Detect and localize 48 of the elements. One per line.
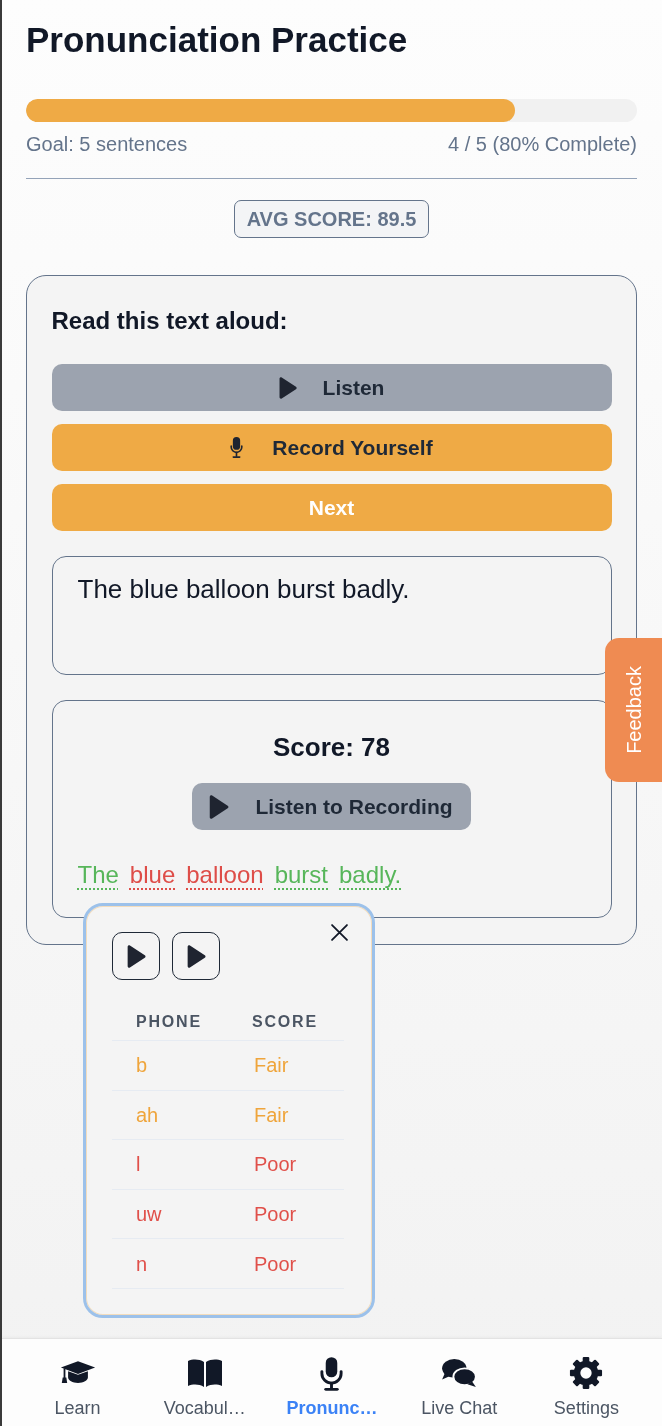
score-cell-text: Fair [254,1102,289,1128]
record-button[interactable]: Record Yourself [51,424,612,471]
phone-cell-text: uw [135,1202,163,1228]
page-title: Pronunciation Practice [26,20,409,60]
word[interactable]: balloon [186,861,264,889]
progress-status: 4 / 5 (80% Complete) [448,132,637,156]
microphone-icon [319,1355,345,1391]
listen-button[interactable]: Listen [51,364,612,411]
nav-tab[interactable]: Vocabul… [141,1339,269,1426]
column-header: SCORE [251,1011,319,1032]
phone-cell-text: l [135,1152,142,1178]
column-header: PHONE [135,1011,203,1032]
play-button[interactable] [112,932,160,980]
card-heading: Read this text aloud: [51,308,289,334]
nav-tab[interactable]: Settings [522,1339,650,1426]
sentence-text: The blue balloon burst badly. [51,556,612,675]
nav-tab[interactable]: Pronunc… [268,1339,396,1426]
score-cell-text: Poor [254,1202,297,1228]
word[interactable]: burst [274,861,328,889]
play-icon [278,376,297,399]
word[interactable]: badly. [339,861,402,889]
play-icon [186,944,206,968]
score-cell-text: Poor [254,1251,297,1277]
graduation-cap-icon [59,1360,96,1386]
nav-tab[interactable]: Learn [14,1339,142,1426]
book-icon [186,1358,223,1388]
play-icon [209,794,230,819]
play-button[interactable] [172,932,220,980]
microphone-icon [230,437,244,458]
score-text: Score: 78 [272,732,391,762]
next-button[interactable]: Next [51,484,612,531]
gear-icon [569,1356,604,1390]
word[interactable]: blue [129,861,176,889]
play-icon [126,944,146,968]
score-cell-text: Fair [254,1053,289,1079]
avg-score-badge: AVG SCORE: 89.5 [233,200,430,238]
phone-cell-text: n [135,1251,149,1277]
listen-recording-button[interactable]: Listen to Recording [192,783,471,830]
word[interactable]: The [77,861,119,889]
close-icon [331,924,348,941]
nav-tab[interactable]: Live Chat [395,1339,523,1426]
score-cell-text: Poor [254,1152,297,1178]
feedback-tab[interactable]: Feedback [605,638,662,782]
goal-text: Goal: 5 sentences [26,132,188,156]
chat-bubbles-icon [440,1358,479,1388]
phone-cell-text: ah [135,1102,160,1128]
phone-cell-text: b [135,1053,149,1079]
close-button[interactable] [331,924,348,941]
